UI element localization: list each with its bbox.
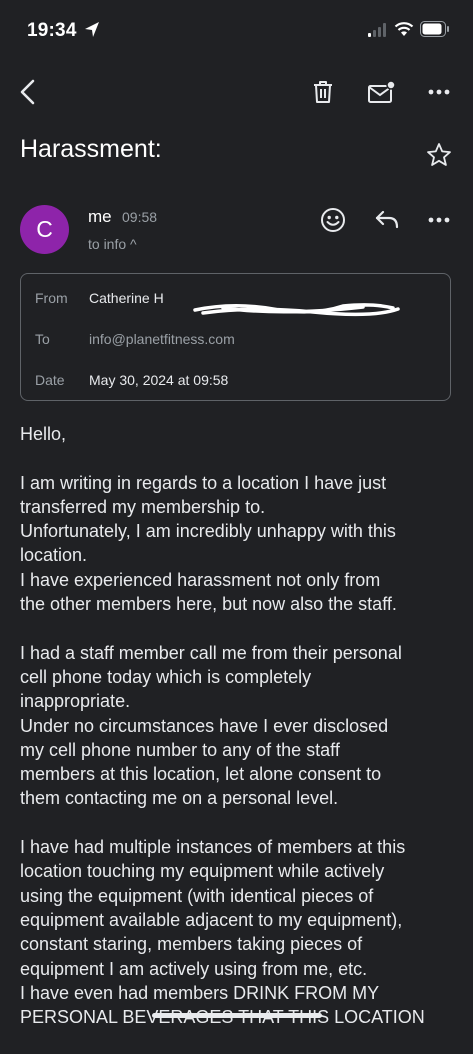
from-label: From bbox=[35, 290, 68, 306]
body-line: the other members here, but now also the… bbox=[20, 594, 397, 615]
date-row: Date May 30, 2024 at 09:58 bbox=[35, 372, 228, 388]
body-paragraph-1: I am writing in regards to a location I … bbox=[20, 471, 460, 617]
email-details-panel: From Catherine H To info@planetfitness.com… bbox=[20, 273, 451, 401]
body-line: Unfortunately, I am incredibly unhappy w… bbox=[20, 521, 396, 542]
redaction-scribble bbox=[193, 303, 400, 317]
body-line: Under no circumstances have I ever discl… bbox=[20, 715, 389, 736]
body-line: inappropriate. bbox=[20, 691, 131, 712]
date-label: Date bbox=[35, 372, 65, 388]
sender-name: me bbox=[88, 207, 112, 226]
body-line: them contacting me on a personal level. bbox=[20, 788, 339, 809]
reply-icon bbox=[375, 210, 399, 229]
cellular-signal-icon bbox=[368, 23, 386, 37]
body-line: equipment available adjacent to my equip… bbox=[20, 909, 403, 930]
trash-icon bbox=[314, 81, 332, 103]
from-row: From Catherine H bbox=[35, 290, 400, 317]
react-button[interactable] bbox=[316, 203, 350, 237]
reply-button[interactable] bbox=[370, 203, 404, 237]
body-paragraph-3: I have had multiple instances of members… bbox=[20, 835, 460, 1029]
wifi-icon bbox=[394, 22, 414, 36]
body-line: members at this location, let alone cons… bbox=[20, 764, 382, 785]
body-line: cell phone today which is completely bbox=[20, 666, 312, 687]
location-arrow-icon bbox=[85, 22, 99, 37]
body-line: I have had multiple instances of members… bbox=[20, 837, 406, 858]
body-line: I had a staff member call me from their … bbox=[20, 642, 402, 663]
from-value[interactable]: Catherine H bbox=[89, 290, 164, 306]
body-line: constant staring, members taking pieces … bbox=[20, 934, 363, 955]
body-line: I have experienced harassment not only f… bbox=[20, 569, 381, 590]
to-value[interactable]: info@planetfitness.com bbox=[89, 331, 235, 347]
smiley-icon bbox=[321, 208, 345, 232]
back-button[interactable] bbox=[10, 72, 46, 112]
email-subject: Harassment: bbox=[20, 135, 162, 163]
recipient-toggle[interactable]: to info ^ bbox=[88, 236, 137, 252]
status-time: 19:34 bbox=[27, 20, 77, 41]
email-toolbar bbox=[0, 70, 473, 114]
body-line: location. bbox=[20, 545, 88, 566]
chevron-left-icon bbox=[20, 79, 35, 105]
body-line: transferred my membership to. bbox=[20, 496, 266, 517]
mark-unread-button[interactable] bbox=[362, 72, 400, 112]
body-line: I have even had members DRINK FROM MY bbox=[20, 982, 380, 1003]
sent-time: 09:58 bbox=[122, 209, 158, 225]
to-row: To info@planetfitness.com bbox=[35, 331, 235, 347]
more-options-button[interactable] bbox=[420, 72, 458, 112]
more-horizontal-icon bbox=[428, 89, 450, 95]
battery-icon bbox=[420, 21, 449, 37]
date-value: May 30, 2024 at 09:58 bbox=[89, 372, 229, 388]
sender-avatar[interactable]: C bbox=[20, 205, 69, 254]
mail-unread-icon bbox=[368, 80, 395, 103]
star-icon bbox=[427, 143, 451, 166]
body-line: I am writing in regards to a location I … bbox=[20, 472, 387, 493]
body-line: my cell phone number to any of the staff bbox=[20, 739, 340, 760]
to-label: To bbox=[35, 331, 50, 347]
message-more-button[interactable] bbox=[422, 203, 456, 237]
more-horizontal-icon bbox=[428, 217, 450, 223]
email-body: Hello, I am writing in regards to a loca… bbox=[20, 422, 460, 1054]
greeting: Hello, bbox=[20, 424, 67, 444]
body-line: using the equipment (with identical piec… bbox=[20, 885, 374, 906]
status-bar: 19:34 bbox=[0, 0, 473, 60]
delete-button[interactable] bbox=[304, 72, 342, 112]
body-line: equipment I am actively using from me, e… bbox=[20, 958, 368, 979]
body-paragraph-2: I had a staff member call me from their … bbox=[20, 641, 460, 811]
star-button[interactable] bbox=[426, 142, 452, 168]
body-line: location touching my equipment while act… bbox=[20, 861, 385, 882]
home-indicator[interactable] bbox=[152, 1013, 322, 1018]
